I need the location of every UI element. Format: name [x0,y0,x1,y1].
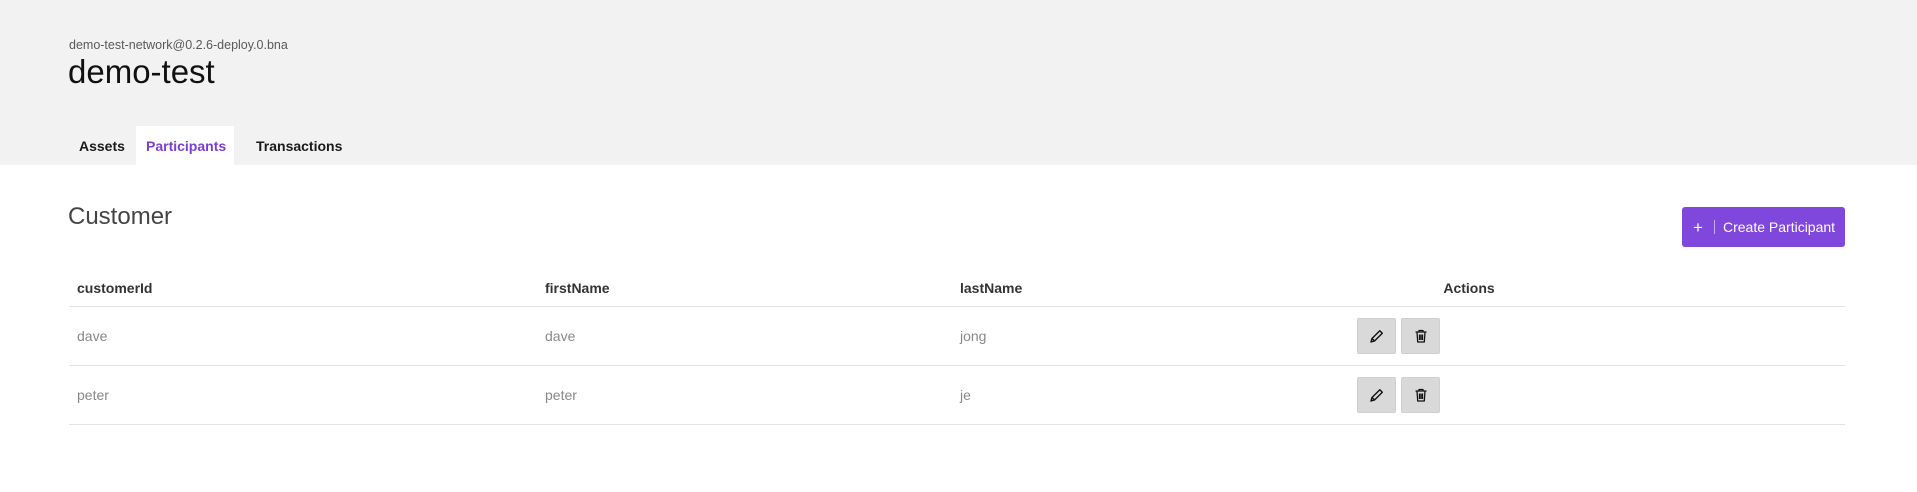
cell-firstname: dave [545,328,576,344]
pencil-icon [1369,330,1383,343]
column-header-lastname: lastName [960,280,1023,296]
page-header: demo-test-network@0.2.6-deploy.0.bna dem… [0,0,1917,165]
row-actions [1357,377,1440,413]
column-header-firstname: firstName [545,280,610,296]
column-header-customerid: customerId [77,280,153,296]
column-header-actions: Actions [1443,280,1495,296]
page-title: demo-test [68,53,215,90]
trash-icon [1415,329,1426,343]
network-name: demo-test-network@0.2.6-deploy.0.bna [69,38,288,52]
edit-button[interactable] [1357,318,1396,354]
cell-firstname: peter [545,387,577,403]
table-row: dave dave jong [69,307,1845,366]
tab-participants[interactable]: Participants [136,126,234,165]
trash-icon [1415,388,1426,402]
pencil-icon [1369,389,1383,402]
participants-table: customerId firstName lastName Actions da… [69,270,1845,425]
tab-transactions[interactable]: Transactions [246,126,356,165]
delete-button[interactable] [1401,318,1440,354]
edit-button[interactable] [1357,377,1396,413]
cell-customerid: dave [77,328,108,344]
tab-assets[interactable]: Assets [69,126,134,165]
delete-button[interactable] [1401,377,1440,413]
create-participant-button[interactable]: + Create Participant [1682,207,1845,247]
cell-lastname: je [960,387,971,403]
plus-icon: + [1693,217,1703,237]
cell-lastname: jong [960,328,987,344]
row-actions [1357,318,1440,354]
table-header-row: customerId firstName lastName Actions [69,270,1845,307]
tab-bar: Assets Participants Transactions [69,126,358,165]
create-participant-label: Create Participant [1723,219,1836,235]
cell-customerid: peter [77,387,109,403]
section-title: Customer [68,203,173,230]
button-separator [1714,220,1715,234]
table-row: peter peter je [69,366,1845,425]
